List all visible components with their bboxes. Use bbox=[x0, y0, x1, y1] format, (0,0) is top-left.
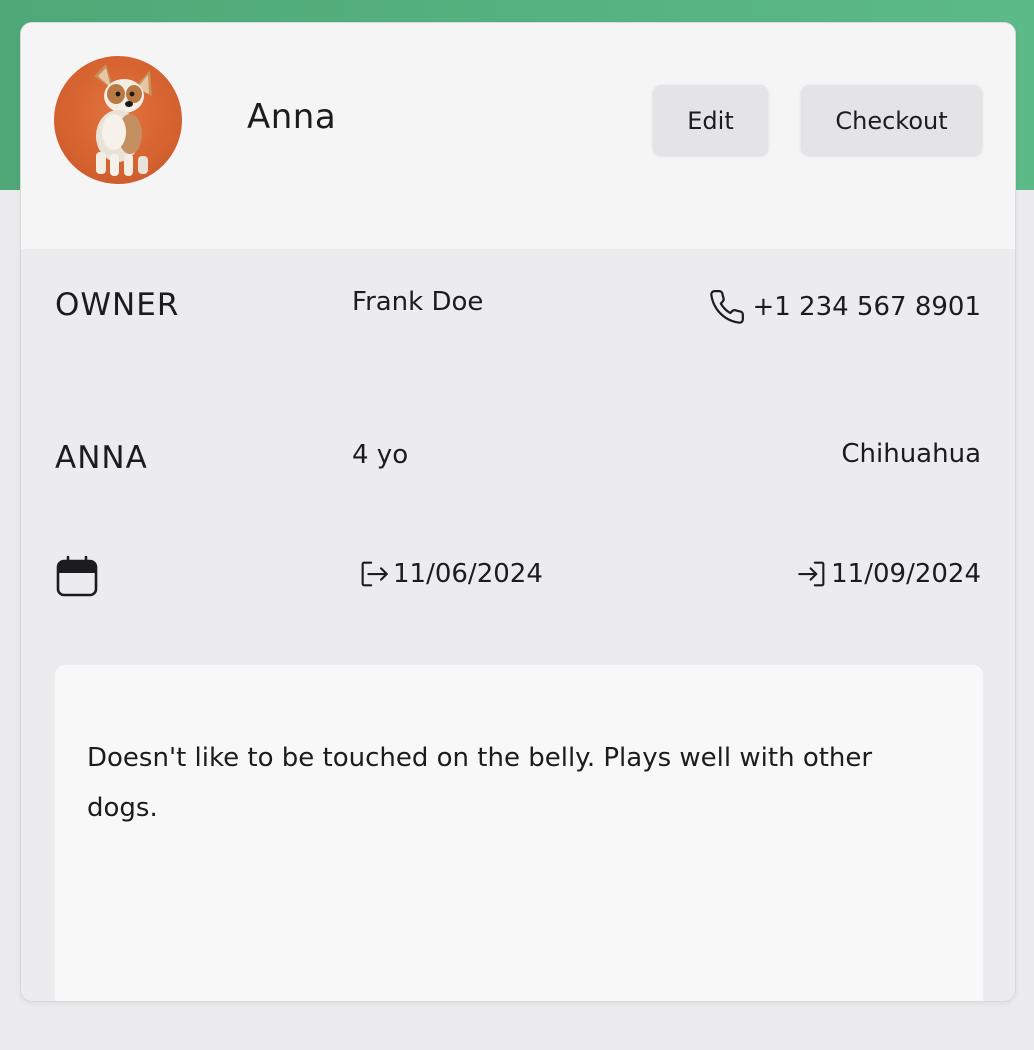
pet-avatar[interactable] bbox=[54, 56, 182, 184]
pet-label: ANNA bbox=[55, 440, 148, 476]
check-out-date: 11/09/2024 bbox=[795, 556, 981, 592]
card-header: Anna Edit Checkout bbox=[21, 23, 1015, 249]
dog-image bbox=[94, 64, 152, 176]
check-in-text: 11/06/2024 bbox=[393, 559, 543, 589]
notes-box[interactable]: Doesn't like to be touched on the belly.… bbox=[55, 665, 983, 1001]
pet-breed: Chihuahua bbox=[841, 436, 981, 472]
pet-breed-text: Chihuahua bbox=[841, 439, 981, 469]
owner-name: Frank Doe bbox=[352, 287, 484, 317]
phone-icon bbox=[708, 288, 746, 326]
owner-label: OWNER bbox=[55, 287, 180, 323]
check-out-text: 11/09/2024 bbox=[831, 559, 981, 589]
pet-name-title: Anna bbox=[247, 97, 337, 137]
check-in-date: 11/06/2024 bbox=[357, 556, 543, 592]
edit-button[interactable]: Edit bbox=[653, 85, 768, 155]
owner-phone[interactable]: +1 234 567 8901 bbox=[708, 288, 981, 326]
notes-text: Doesn't like to be touched on the belly.… bbox=[87, 743, 873, 823]
owner-phone-number: +1 234 567 8901 bbox=[752, 292, 981, 322]
enter-arrow-icon bbox=[795, 557, 829, 591]
pet-age: 4 yo bbox=[352, 440, 409, 470]
pet-card: Anna Edit Checkout OWNER Frank Doe +1 23… bbox=[20, 22, 1016, 1002]
calendar-icon bbox=[55, 555, 101, 599]
login-arrow-icon bbox=[357, 557, 391, 591]
checkout-button[interactable]: Checkout bbox=[801, 85, 982, 155]
